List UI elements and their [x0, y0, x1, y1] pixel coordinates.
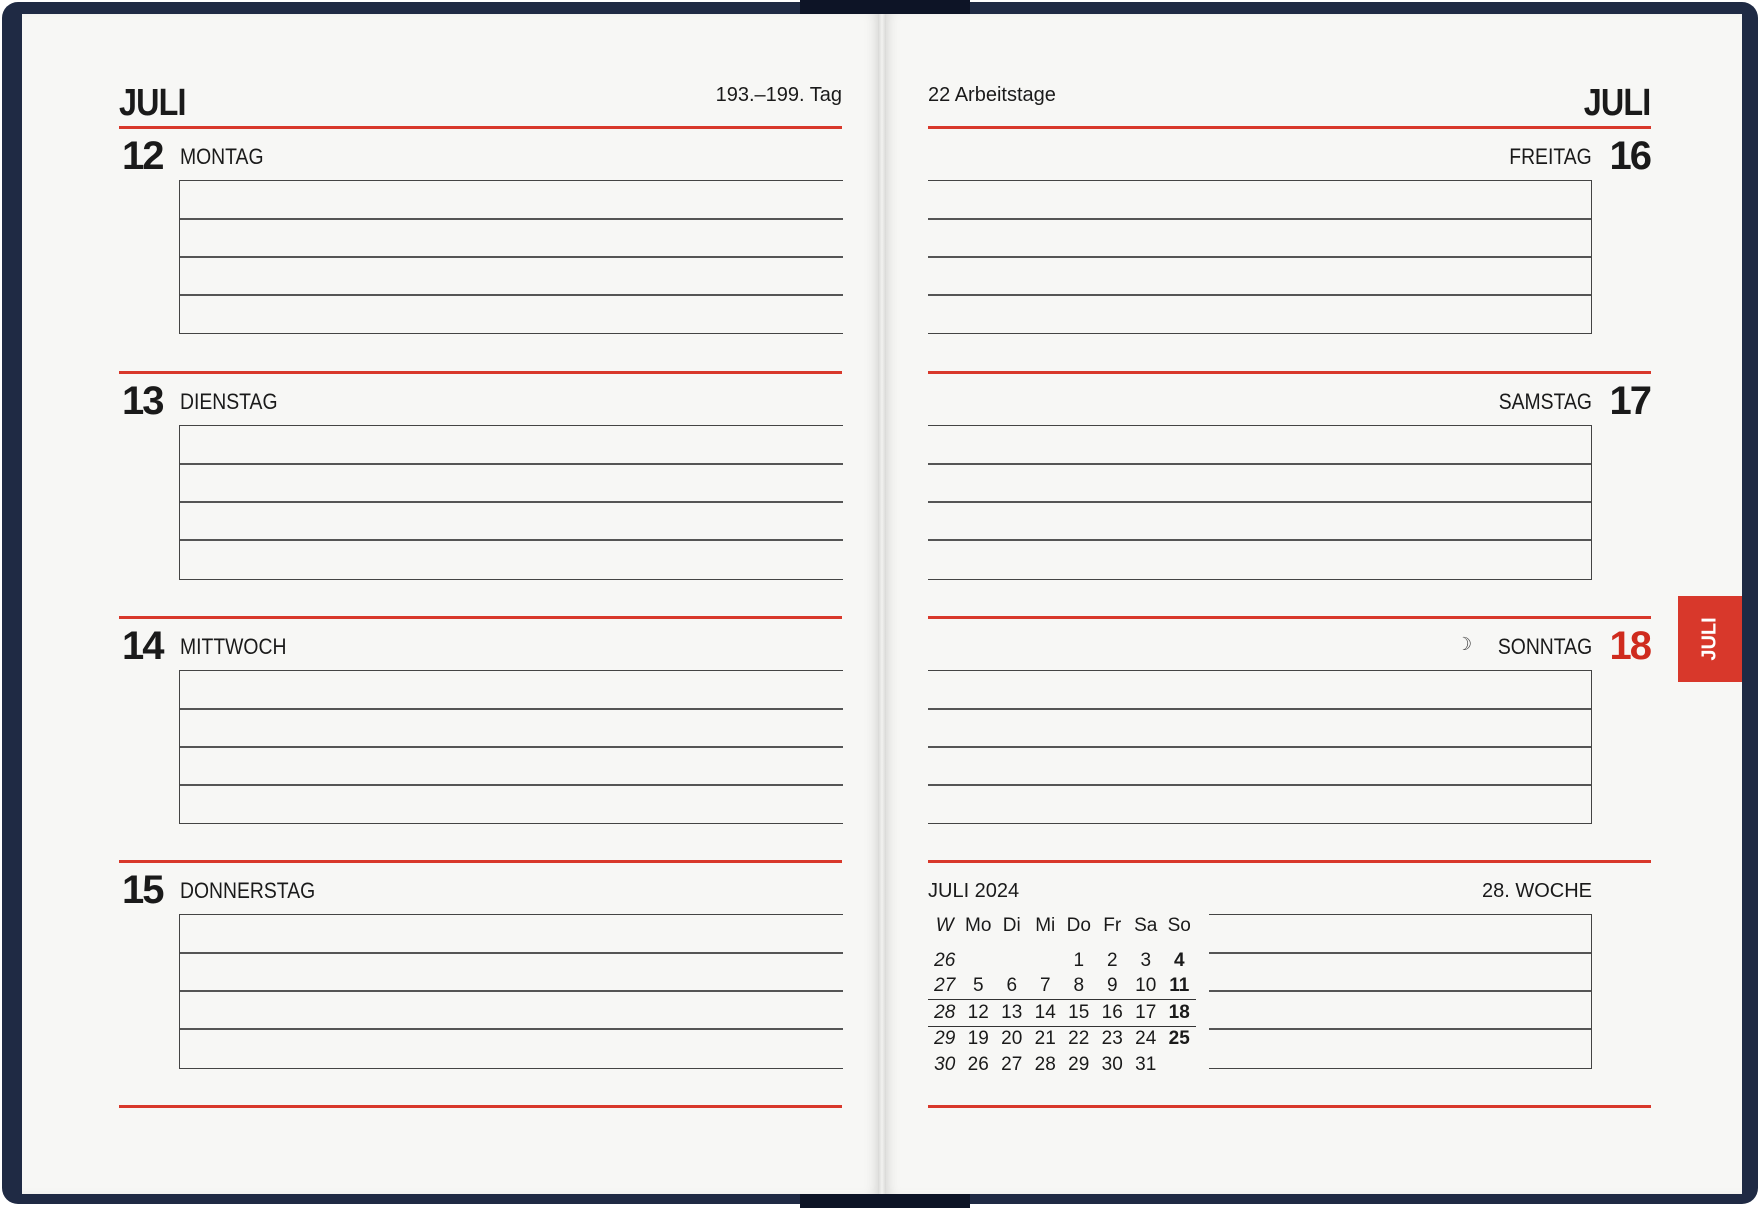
calendar-header: Mi — [1035, 915, 1056, 936]
calendar-day: 30 — [1101, 1053, 1123, 1075]
day-name: SAMSTAG — [1498, 389, 1592, 414]
bookmark-ribbon-bottom — [800, 1192, 970, 1208]
calendar-header: Di — [1002, 915, 1021, 936]
calendar-day: 22 — [1068, 1028, 1090, 1050]
month-index-tab[interactable]: JULI — [1678, 596, 1742, 682]
calendar-header: Mo — [965, 915, 992, 936]
notes-lines[interactable] — [179, 670, 843, 824]
mini-calendar: W Mo Di Mi Do Fr Sa So 26 1 2 3 4 27 5 6… — [928, 912, 1196, 1078]
calendar-day: 26 — [967, 1053, 989, 1075]
calendar-day — [995, 948, 1029, 974]
calendar-day: 23 — [1101, 1028, 1123, 1050]
calendar-day-sunday: 11 — [1169, 975, 1190, 997]
calendar-day: 20 — [1001, 1028, 1023, 1050]
week-number: 30 — [934, 1053, 956, 1075]
calendar-day: 7 — [1039, 975, 1051, 997]
calendar-day: 9 — [1106, 975, 1118, 997]
calendar-day: 24 — [1135, 1028, 1157, 1050]
notes-lines[interactable] — [928, 425, 1592, 580]
calendar-day: 31 — [1135, 1053, 1157, 1075]
calendar-day: 1 — [1073, 949, 1085, 971]
page-bottom-rule — [928, 1105, 1651, 1108]
day-number: 14 — [122, 624, 164, 668]
bookmark-ribbon-top — [800, 0, 970, 14]
calendar-header: Fr — [1103, 915, 1122, 936]
calendar-current-week-row: 28 12 13 14 15 16 17 18 — [928, 999, 1196, 1027]
calendar-header: W — [935, 915, 954, 936]
calendar-header: Sa — [1134, 915, 1158, 936]
calendar-day: 15 — [1062, 999, 1096, 1027]
calendar-day: 12 — [961, 999, 995, 1027]
calendar-day: 6 — [1006, 975, 1018, 997]
calendar-header: Do — [1066, 915, 1091, 936]
week-number: 26 — [934, 949, 956, 971]
day-number: 18 — [1609, 624, 1652, 668]
day-name: DONNERSTAG — [180, 878, 316, 903]
calendar-day-sunday: 25 — [1168, 1028, 1190, 1050]
calendar-day-sunday: 4 — [1173, 949, 1185, 971]
notes-lines[interactable] — [179, 180, 843, 334]
moon-phase-icon: ☽ — [1456, 634, 1473, 654]
calendar-day-sunday: 18 — [1162, 999, 1196, 1027]
day-name: DIENSTAG — [180, 389, 278, 414]
week-label: 28. WOCHE — [1481, 880, 1592, 902]
notes-lines[interactable] — [179, 914, 843, 1069]
calendar-day — [962, 948, 996, 974]
book-spine — [878, 14, 886, 1194]
calendar-day: 2 — [1106, 949, 1118, 971]
week-notes-lines[interactable] — [1209, 914, 1592, 1069]
week-number: 27 — [934, 975, 956, 997]
calendar-day: 28 — [1034, 1053, 1056, 1075]
day-name: SONNTAG — [1497, 634, 1592, 659]
day-name: MONTAG — [180, 144, 264, 169]
notes-lines[interactable] — [928, 670, 1592, 824]
day-number: 12 — [122, 134, 164, 178]
working-days-label: 22 Arbeitstage — [928, 84, 1056, 106]
calendar-day: 5 — [972, 975, 984, 997]
calendar-day — [1029, 948, 1063, 974]
calendar-week-row: 30 26 27 28 29 30 31 — [928, 1052, 1196, 1078]
day-name: MITTWOCH — [180, 634, 287, 659]
calendar-day: 14 — [1028, 999, 1062, 1027]
calendar-week-row: 29 19 20 21 22 23 24 25 — [928, 1026, 1196, 1052]
calendar-day-sunday — [1163, 1052, 1197, 1078]
calendar-day: 27 — [1001, 1053, 1023, 1075]
calendar-day: 29 — [1068, 1053, 1090, 1075]
calendar-day: 17 — [1129, 999, 1163, 1027]
calendar-day: 10 — [1135, 975, 1157, 997]
calendar-day: 8 — [1073, 975, 1085, 997]
day-range-label: 193.–199. Tag — [715, 84, 842, 106]
calendar-day: 19 — [967, 1028, 989, 1050]
right-month-title: JULI — [1583, 82, 1650, 124]
calendar-day: 21 — [1034, 1028, 1056, 1050]
day-number: 15 — [122, 868, 164, 912]
week-number: 28 — [928, 999, 962, 1027]
mini-calendar-title: JULI 2024 — [928, 880, 1020, 902]
calendar-header: So — [1167, 915, 1191, 936]
day-number: 16 — [1609, 134, 1652, 178]
calendar-header-row: W Mo Di Mi Do Fr Sa So — [928, 912, 1196, 940]
notes-lines[interactable] — [179, 425, 843, 580]
page-bottom-rule — [119, 1105, 842, 1108]
calendar-week-row: 26 1 2 3 4 — [928, 948, 1196, 974]
calendar-day: 3 — [1140, 949, 1152, 971]
calendar-day: 13 — [995, 999, 1029, 1027]
calendar-week-row: 27 5 6 7 8 9 10 11 — [928, 974, 1196, 1000]
week-number: 29 — [934, 1028, 956, 1050]
notes-lines[interactable] — [928, 180, 1592, 334]
day-number: 13 — [122, 379, 164, 423]
calendar-day: 16 — [1095, 999, 1129, 1027]
day-number: 17 — [1609, 379, 1652, 423]
left-month-title: JULI — [119, 82, 186, 124]
month-index-tab-label: JULI — [1698, 617, 1721, 661]
day-name: FREITAG — [1509, 144, 1592, 169]
